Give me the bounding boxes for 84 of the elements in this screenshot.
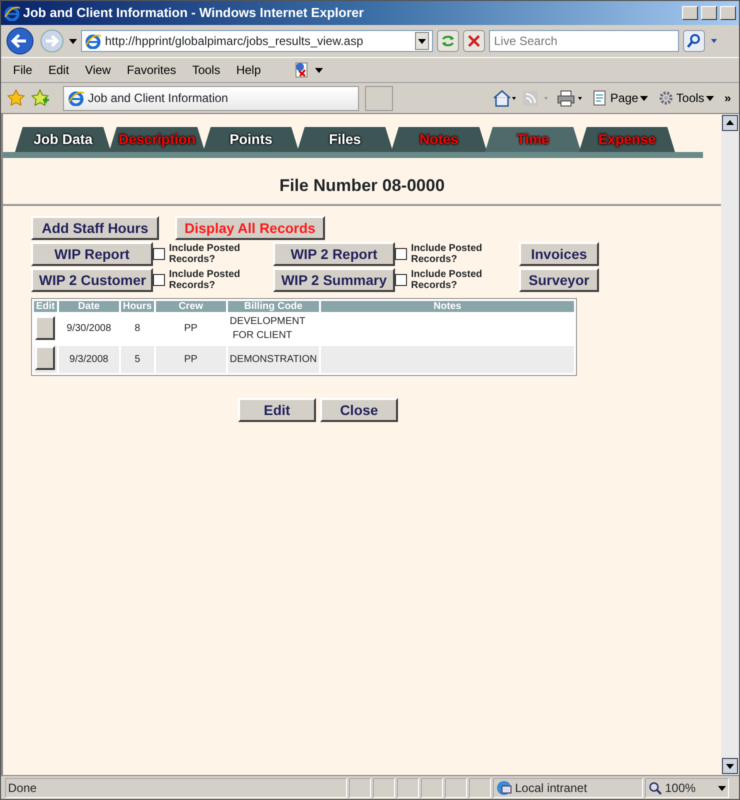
search-field[interactable]: Live Search: [489, 30, 679, 52]
report-button[interactable]: WIP 2 Report: [273, 242, 395, 266]
menu-item[interactable]: Help: [228, 61, 269, 79]
column-header: Date: [58, 301, 119, 312]
table-cell-text: DEVELOPMENT FOR CLIENT: [228, 315, 306, 344]
dropdown-icon: [718, 784, 726, 792]
add-staff-hours-button[interactable]: Add Staff Hours: [31, 216, 159, 240]
page-tab[interactable]: Job Data: [15, 127, 111, 152]
menu-item[interactable]: File: [5, 61, 40, 79]
edit-row-button[interactable]: [35, 346, 56, 370]
page-icon: [592, 90, 608, 106]
page-tab[interactable]: Points: [203, 127, 299, 152]
table-cell: 9/3/2008: [58, 346, 119, 374]
table-cell-text: 9/30/2008: [66, 322, 112, 336]
report-button[interactable]: Invoices: [519, 242, 599, 266]
tools-menu[interactable]: Tools: [656, 89, 716, 107]
page-icon: [68, 90, 84, 106]
table-cell: DEMONSTRATION: [228, 346, 319, 374]
status-pane: [397, 778, 419, 798]
zoom-control[interactable]: 100%: [645, 778, 729, 798]
scroll-down-icon[interactable]: [722, 758, 738, 774]
dropdown-icon[interactable]: [314, 66, 323, 74]
table-cell: PP: [156, 346, 226, 374]
status-pane: [421, 778, 443, 798]
browser-tab[interactable]: Job and Client Information: [63, 86, 359, 110]
network-icon: [496, 780, 512, 796]
zoom-icon: [648, 780, 662, 794]
gear-icon: [658, 90, 674, 106]
favorites-star-icon[interactable]: [7, 89, 25, 107]
browser-logo-icon: [4, 5, 20, 21]
report-button[interactable]: WIP 2 Summary: [273, 268, 395, 292]
menu-item[interactable]: View: [77, 61, 119, 79]
page-heading: File Number 08-0000: [3, 176, 721, 206]
column-header: Hours: [120, 301, 154, 312]
dropdown-icon[interactable]: [415, 32, 429, 50]
dropdown-icon[interactable]: [69, 37, 77, 45]
menu-item[interactable]: Edit: [40, 61, 78, 79]
page-menu[interactable]: Page: [590, 89, 650, 107]
column-header: Edit: [34, 301, 57, 312]
report-button[interactable]: Surveyor: [519, 268, 599, 292]
action-button[interactable]: Close: [320, 398, 398, 422]
url-text: http://hpprint/globalpimarc/jobs_results_view.asp: [105, 33, 364, 50]
zone-indicator: Local intranet: [493, 778, 643, 798]
checkbox[interactable]: [153, 248, 165, 260]
checkbox[interactable]: [395, 248, 407, 260]
checkbox[interactable]: [395, 274, 407, 286]
stop-button[interactable]: [463, 30, 485, 52]
report-button[interactable]: WIP Report: [31, 242, 153, 266]
status-pane: [469, 778, 491, 798]
report-button[interactable]: WIP 2 Customer: [31, 268, 153, 292]
vertical-scrollbar[interactable]: [721, 114, 739, 775]
table-cell-text: 8: [134, 322, 142, 336]
more-button[interactable]: »: [722, 89, 733, 107]
dropdown-icon: [706, 94, 714, 102]
add-favorite-icon[interactable]: [31, 89, 49, 107]
table-cell-text: PP: [183, 322, 198, 336]
action-button[interactable]: Edit: [238, 398, 316, 422]
page-icon: [85, 33, 101, 49]
column-header: Billing Code: [228, 301, 319, 312]
status-pane: [349, 778, 371, 798]
checkbox-label: Include Posted Records?: [411, 243, 484, 266]
checkbox[interactable]: [153, 274, 165, 286]
back-button[interactable]: [5, 26, 35, 56]
page-tab[interactable]: Files: [297, 127, 393, 152]
checkbox-label: Include Posted Records?: [411, 269, 484, 292]
address-field[interactable]: http://hpprint/globalpimarc/jobs_results_view.asp: [81, 30, 433, 52]
menu-item[interactable]: Favorites: [118, 61, 184, 79]
print-icon[interactable]: [556, 89, 584, 107]
dropdown-icon: [640, 94, 648, 102]
column-header: Notes: [320, 301, 574, 312]
menu-item[interactable]: Tools: [184, 61, 228, 79]
status-pane: [445, 778, 467, 798]
window-title: Job and Client Information - Windows Internet Explorer: [23, 4, 365, 22]
status-text: Done: [5, 778, 347, 798]
scroll-up-icon[interactable]: [722, 115, 738, 131]
checkbox-label: Include Posted Records?: [169, 243, 242, 266]
table-cell: 5: [120, 346, 154, 374]
status-pane: [373, 778, 395, 798]
search-button[interactable]: [683, 30, 705, 52]
home-icon[interactable]: [492, 89, 516, 107]
refresh-button[interactable]: [437, 30, 459, 52]
checkbox-label: Include Posted Records?: [169, 269, 242, 292]
edit-row-button[interactable]: [35, 316, 56, 340]
column-header: Crew: [156, 301, 226, 312]
